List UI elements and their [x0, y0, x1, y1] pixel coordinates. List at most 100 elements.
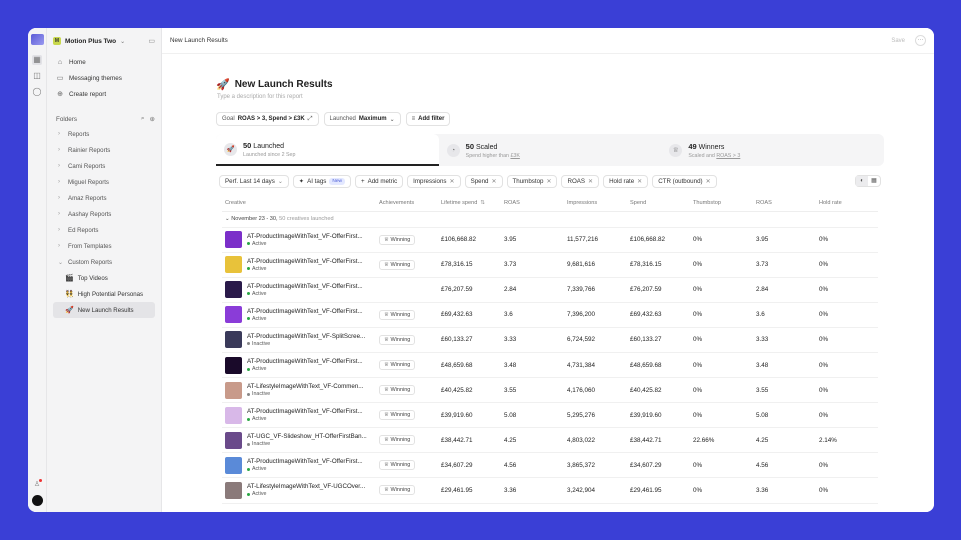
close-icon[interactable]: ✕ — [546, 178, 551, 185]
creative-thumbnail[interactable] — [225, 431, 242, 449]
creative-name[interactable]: AT-ProductImageWithText_VF-OfferFirst... — [247, 258, 373, 265]
creative-name[interactable]: AT-ProductImageWithText_VF-OfferFirst... — [247, 458, 373, 465]
column-header[interactable]: Creative — [222, 195, 376, 212]
creative-thumbnail[interactable] — [225, 331, 242, 349]
close-icon[interactable]: ✕ — [491, 178, 496, 185]
creative-thumbnail[interactable] — [225, 406, 242, 424]
column-header[interactable]: Impressions — [564, 195, 627, 212]
column-header[interactable]: Spend — [627, 195, 690, 212]
column-header[interactable]: ROAS — [753, 195, 816, 212]
workspace-switcher[interactable]: M Motion Plus Two ⌄ ▭ — [53, 35, 155, 47]
nav-item-messaging-themes[interactable]: ▭ Messaging themes — [53, 70, 155, 86]
creative-thumbnail[interactable] — [225, 481, 242, 499]
creative-thumbnail[interactable] — [225, 256, 242, 274]
folder-item[interactable]: › Ed Reports — [53, 222, 155, 238]
metric-chip-spend[interactable]: Spend ✕ — [464, 174, 503, 188]
folder-item[interactable]: › Aashay Reports — [53, 206, 155, 222]
close-icon[interactable]: ✕ — [588, 178, 593, 185]
table-row[interactable]: AT-LifestyleImageWithText_VF-UGCOver... A… — [222, 477, 878, 504]
creative-name[interactable]: AT-ProductImageWithText_VF-OfferFirst... — [247, 308, 373, 315]
table-row[interactable]: AT-ProductImageWithText_VF-OfferFirst...… — [222, 277, 878, 303]
report-item[interactable]: 🎬 Top Videos — [53, 270, 155, 286]
creative-name[interactable]: AT-ProductImageWithText_VF-OfferFirst... — [247, 233, 373, 240]
nav-item-home[interactable]: ⌂ Home — [53, 54, 155, 70]
report-item[interactable]: 🚀 New Launch Results — [53, 302, 155, 318]
collapse-sidebar-icon[interactable]: ▭ — [148, 37, 155, 45]
creative-name[interactable]: AT-ProductImageWithText_VF-OfferFirst... — [247, 283, 373, 290]
creative-thumbnail[interactable] — [225, 306, 242, 324]
app-logo-icon[interactable] — [30, 34, 44, 45]
creative-thumbnail[interactable] — [225, 456, 242, 474]
column-header[interactable]: Hold rate — [816, 195, 878, 212]
table-row[interactable]: AT-ProductImageWithText_VF-SplitScree...… — [222, 327, 878, 353]
description-input[interactable]: Type a description for this report — [217, 94, 884, 100]
report-emoji-icon[interactable]: 🚀 — [216, 78, 230, 91]
creative-thumbnail[interactable] — [225, 231, 242, 249]
table-row[interactable]: AT-ProductImageWithText_VF-OfferFirst...… — [222, 227, 878, 253]
creative-name[interactable]: AT-ProductImageWithText_VF-SplitScree... — [247, 333, 373, 340]
table-row[interactable]: AT-ProductImageWithText_VF-OfferFirst...… — [222, 452, 878, 479]
column-header[interactable]: Thumbstop — [690, 195, 753, 212]
metric-chip-hold-rate[interactable]: Hold rate ✕ — [603, 174, 649, 188]
folder-item[interactable]: › Cami Reports — [53, 158, 155, 174]
creative-name[interactable]: AT-LifestyleImageWithText_VF-UGCOver... — [247, 483, 373, 490]
goal-filter-chip[interactable]: Goal ROAS > 3, Spend > £3K ⤢ — [216, 112, 319, 126]
creative-thumbnail[interactable] — [225, 381, 242, 399]
group-row[interactable]: ⌄ November 23 - 30, 50 creatives launche… — [222, 211, 878, 228]
metric-chip-impressions[interactable]: Impressions ✕ — [407, 174, 461, 188]
metric-chip-ctr-outbound-[interactable]: CTR (outbound) ✕ — [652, 174, 717, 188]
metric-chip-thumbstop[interactable]: Thumbstop ✕ — [506, 174, 558, 188]
creative-name[interactable]: AT-ProductImageWithText_VF-OfferFirst... — [247, 358, 373, 365]
folder-item[interactable]: ⌄ Custom Reports — [53, 254, 155, 270]
report-item[interactable]: 👯 High Potential Personas — [53, 286, 155, 302]
chat-rail-icon[interactable]: ◯ — [32, 87, 42, 97]
creative-name[interactable]: AT-UGC_VF-Slideshow_HT-OfferFirstBan... — [247, 433, 373, 440]
nav-item-create-report[interactable]: ⊕ Create report — [53, 86, 155, 102]
achievements-cell: ♕ Winning — [376, 352, 438, 379]
folder-item[interactable]: › Amaz Reports — [53, 190, 155, 206]
creative-thumbnail[interactable] — [225, 356, 242, 374]
reports-rail-icon[interactable]: ▦ — [32, 55, 42, 65]
table-row[interactable]: AT-ProductImageWithText_VF-OfferFirst...… — [222, 402, 878, 429]
add-filter-button[interactable]: ≡ Add filter — [405, 112, 451, 126]
summary-sub-link[interactable]: £3K — [510, 153, 519, 159]
creative-name[interactable]: AT-LifestyleImageWithText_VF-Commen... — [247, 383, 373, 390]
creative-thumbnail[interactable] — [225, 281, 242, 299]
perf-period-dropdown[interactable]: Perf. Last 14 days ⌄ — [219, 174, 289, 188]
launched-filter-label: Launched — [329, 116, 356, 122]
ai-tags-button[interactable]: ✦ AI tags New — [292, 174, 351, 188]
summary-sub-link[interactable]: ROAS > 3 — [716, 153, 740, 159]
summary-card-winners[interactable]: ♕ 49 Winners Scaled and ROAS > 3 — [661, 134, 884, 166]
table-view-icon[interactable]: ▦ — [868, 176, 880, 186]
analytics-rail-icon[interactable]: ◫ — [32, 71, 42, 81]
table-row[interactable]: AT-UGC_VF-Slideshow_HT-OfferFirstBan... I… — [222, 427, 878, 454]
search-icon[interactable]: ⌕ — [141, 115, 145, 123]
launched-filter-chip[interactable]: Launched Maximum ⌄ — [323, 112, 401, 126]
table-row[interactable]: AT-ProductImageWithText_VF-OfferFirst...… — [222, 252, 878, 278]
folder-item[interactable]: › From Templates — [53, 238, 155, 254]
table-row[interactable]: AT-LifestyleImageWithText_VF-Commen... In… — [222, 377, 878, 404]
close-icon[interactable]: ✕ — [450, 178, 455, 185]
folder-item[interactable]: › Miguel Reports — [53, 174, 155, 190]
table-row[interactable]: AT-ProductImageWithText_VF-OfferFirst...… — [222, 302, 878, 328]
page-title[interactable]: New Launch Results — [235, 79, 333, 90]
close-icon[interactable]: ✕ — [637, 178, 642, 185]
invite-user-icon[interactable]: ♙ — [34, 479, 43, 488]
column-header[interactable]: Achievements — [376, 195, 438, 212]
add-metric-button[interactable]: + Add metric — [354, 174, 404, 188]
add-folder-icon[interactable]: ⊕ — [150, 115, 155, 123]
chart-view-icon[interactable]: ◐ — [856, 176, 868, 186]
column-header[interactable]: ROAS — [501, 195, 564, 212]
metric-chip-roas[interactable]: ROAS ✕ — [561, 174, 600, 188]
table-row[interactable]: AT-ProductImageWithText_VF-OfferFirst...… — [222, 352, 878, 379]
more-options-icon[interactable]: ··· — [915, 35, 926, 46]
creative-name[interactable]: AT-ProductImageWithText_VF-OfferFirst... — [247, 408, 373, 415]
summary-card-launched[interactable]: 🚀 50 Launched Launched since 2 Sep — [216, 134, 439, 166]
close-icon[interactable]: ✕ — [706, 178, 711, 185]
folder-item[interactable]: › Rainier Reports — [53, 142, 155, 158]
avatar[interactable] — [31, 495, 43, 506]
column-header[interactable]: Lifetime spend ⇅ — [438, 195, 501, 212]
save-button[interactable]: Save — [891, 38, 905, 44]
summary-card-scaled[interactable]: ◔ 50 Scaled Spend higher than £3K — [439, 134, 662, 166]
folder-item[interactable]: › Reports — [53, 126, 155, 142]
